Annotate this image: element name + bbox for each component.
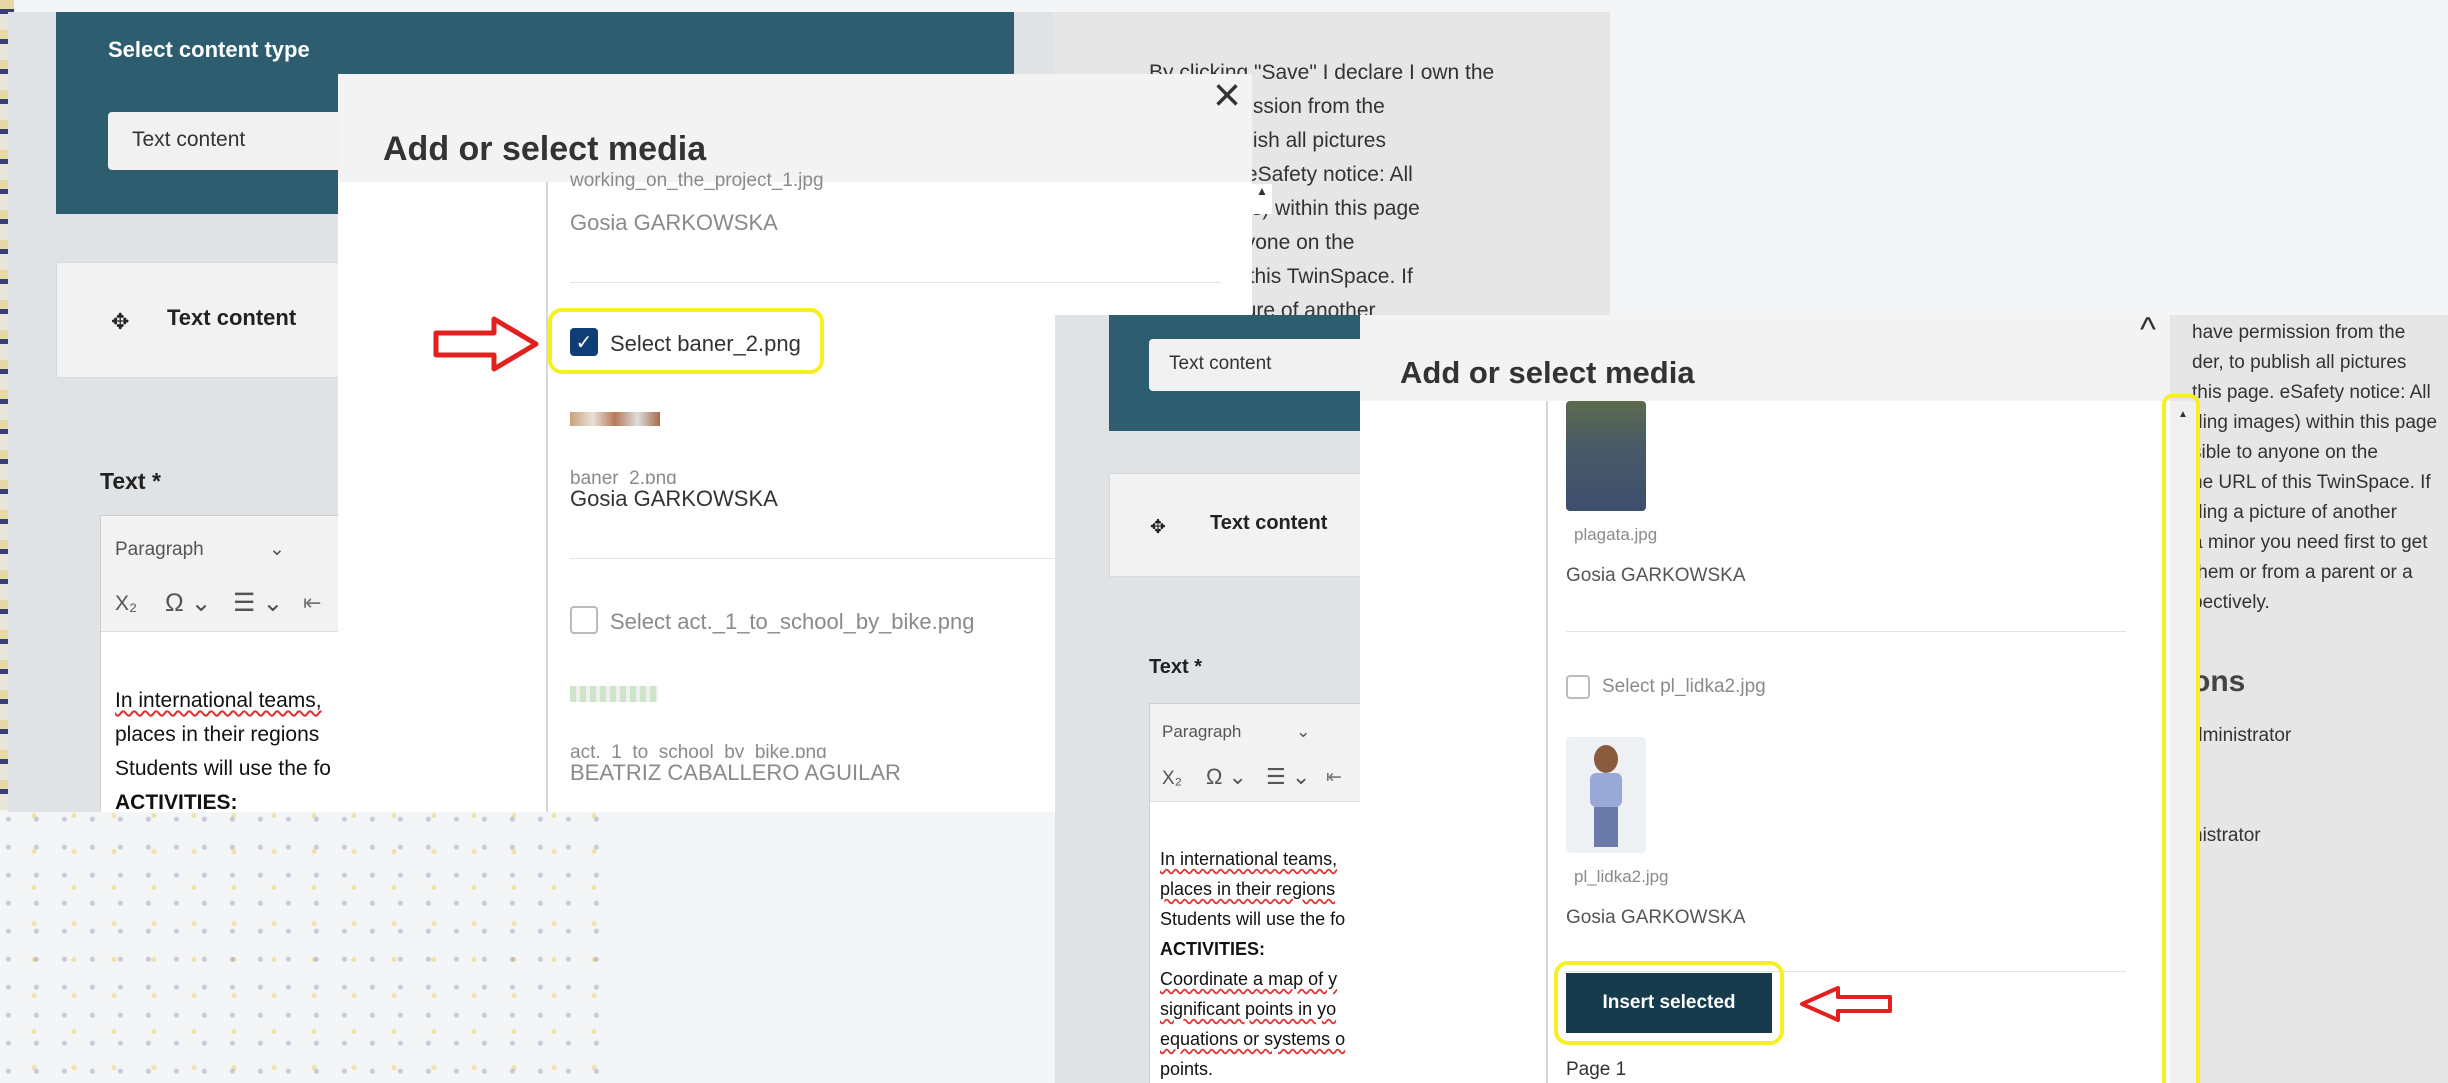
modal-body: plagata.jpg Gosia GARKOWSKA Select pl_li… <box>1360 401 2170 1083</box>
file-name: plagata.jpg <box>1574 525 1658 544</box>
scrollbar-highlight <box>2162 394 2200 1083</box>
notice-column-right: have permission from the der, to publish… <box>2170 315 2448 1083</box>
author-name: Gosia GARKOWSKA <box>570 210 778 235</box>
omega-icon[interactable]: Ω ⌄ <box>1206 764 1247 790</box>
author-name: Gosia GARKOWSKA <box>1566 565 1746 586</box>
role-label: nistrator <box>2192 825 2261 846</box>
save-notice: have permission from the der, to publish… <box>2192 322 2438 613</box>
media-modal-2: Add or select media ^ plagata.jpg Gosia … <box>1360 315 2170 1083</box>
file-name: pl_lidka2.jpg <box>1574 867 1669 886</box>
paragraph-dropdown[interactable]: Paragraph ⌄ <box>1162 722 1310 742</box>
text-label: Text * <box>1149 656 1202 678</box>
section-heading: ons <box>2192 665 2246 698</box>
close-icon[interactable]: × <box>1213 74 1241 123</box>
chevron-down-icon: ⌄ <box>269 539 285 560</box>
file-name: baner_2.png <box>570 468 677 484</box>
move-icon[interactable]: ✥ <box>1150 516 1166 539</box>
modal-header: Add or select media × <box>338 74 1252 182</box>
role-label: dministrator <box>2192 725 2292 746</box>
page-label: Page 1 <box>1566 1059 1627 1080</box>
subscript-icon[interactable]: X₂ <box>1162 768 1182 790</box>
outdent-icon[interactable]: ⇤ <box>1326 766 1342 789</box>
modal-title: Add or select media <box>1400 355 1695 390</box>
subscript-icon[interactable]: X₂ <box>115 592 137 616</box>
checkbox-baner[interactable]: ✓ <box>570 328 598 356</box>
insert-selected-button[interactable]: Insert selected <box>1566 973 1772 1033</box>
plagata-thumbnail[interactable] <box>1566 401 1646 511</box>
act1-thumbnail[interactable] <box>570 686 658 702</box>
red-arrow-left <box>1800 986 1892 1022</box>
background-pattern <box>0 780 620 1083</box>
chevron-down-icon: ⌄ <box>1296 722 1311 741</box>
checkbox-pl-lidka2[interactable] <box>1566 675 1590 699</box>
select-act1-label[interactable]: Select act._1_to_school_by_bike.png <box>610 609 974 635</box>
baner-thumbnail[interactable] <box>570 412 660 426</box>
select-pl-lidka2-label[interactable]: Select pl_lidka2.jpg <box>1602 676 1766 698</box>
omega-icon[interactable]: Ω ⌄ <box>165 588 212 618</box>
pl-lidka2-thumbnail[interactable] <box>1566 737 1646 853</box>
scroll-up-arrow[interactable]: ▲ <box>1252 184 1272 214</box>
author-name: Gosia GARKOWSKA <box>1566 907 1746 928</box>
author-name: Gosia GARKOWSKA <box>570 486 778 511</box>
text-label: Text * <box>100 468 161 494</box>
section-title: Text content <box>167 305 297 330</box>
paragraph-dropdown[interactable]: Paragraph ⌄ <box>115 538 285 561</box>
checkbox-act1[interactable] <box>570 606 598 634</box>
outdent-icon[interactable]: ⇤ <box>303 590 321 616</box>
select-content-type-label: Select content type <box>108 37 310 62</box>
modal-header: Add or select media ^ <box>1360 315 2170 401</box>
align-icon[interactable]: ☰ ⌄ <box>233 588 283 618</box>
move-icon[interactable]: ✥ <box>111 309 129 335</box>
close-icon[interactable]: ^ <box>2140 315 2156 350</box>
file-name: working_on_the_project_1.jpg <box>570 170 824 191</box>
author-name: BEATRIZ CABALLERO AGUILAR <box>570 760 901 785</box>
file-name: act._1_to_school_by_bike.png <box>570 742 827 758</box>
section-title: Text content <box>1210 512 1328 534</box>
red-arrow-right <box>433 316 539 372</box>
align-icon[interactable]: ☰ ⌄ <box>1266 764 1310 790</box>
select-baner-label[interactable]: Select baner_2.png <box>610 331 801 357</box>
check-icon: ✓ <box>575 331 593 354</box>
modal-title: Add or select media <box>383 130 707 168</box>
